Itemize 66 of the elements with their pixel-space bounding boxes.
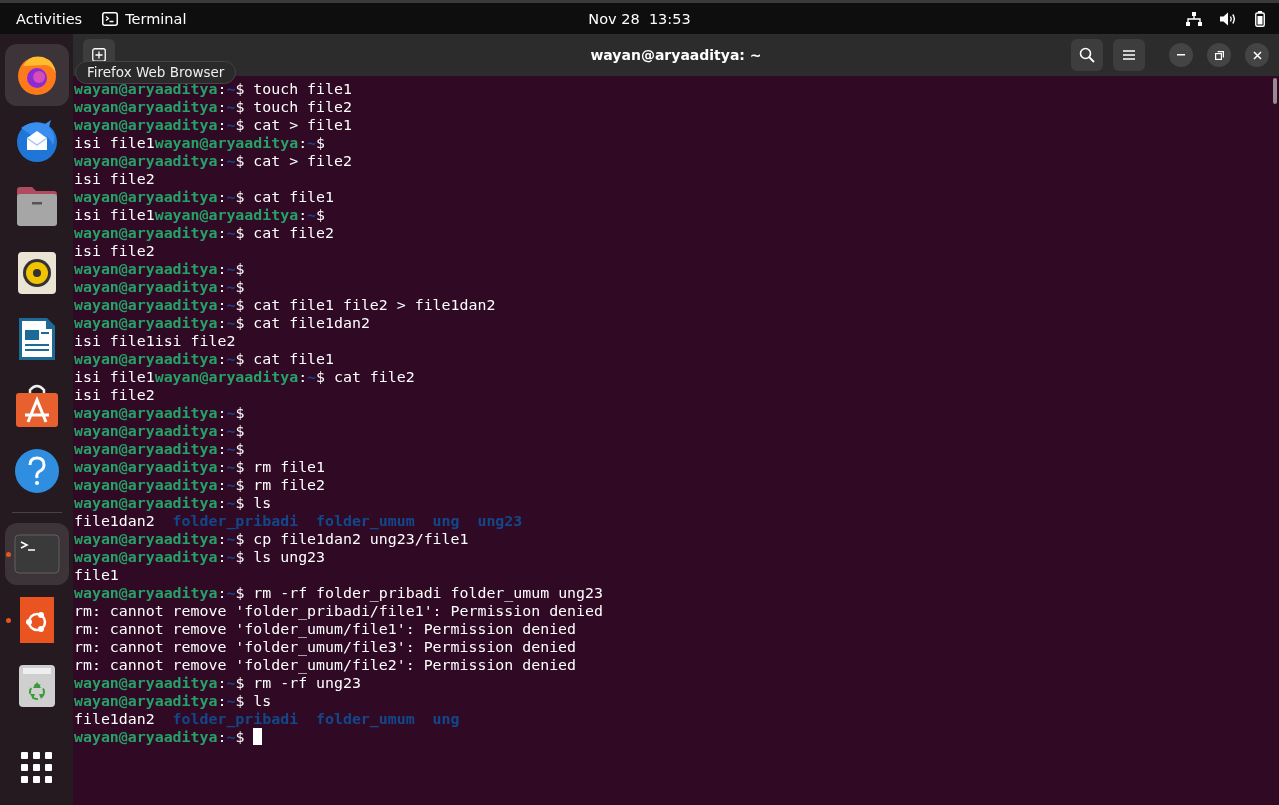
terminal-line: wayan@aryaaditya:~$ [74,404,245,422]
window-title: wayan@aryaaditya: ~ [590,47,762,63]
document-icon [16,316,57,362]
terminal-line: wayan@aryaaditya:~$ ls ung23 [74,548,326,566]
scrollbar[interactable] [1273,78,1277,104]
minimize-button[interactable] [1169,43,1193,67]
minimize-icon [1177,54,1185,56]
activities-button[interactable]: Activities [16,10,83,27]
terminal-line: wayan@aryaaditya:~$ touch file2 [74,98,352,116]
clock[interactable]: Nov 28 13:53 [588,10,691,27]
close-button[interactable] [1245,43,1269,67]
volume-icon[interactable] [1220,11,1237,26]
terminal-line: isi file1isi file2 [74,332,236,350]
terminal-line: wayan@aryaaditya:~$ cat file1dan2 [74,314,370,332]
app-grid-icon[interactable] [20,752,53,784]
terminal-line: isi file1wayan@aryaaditya:~$ cat file2 [74,368,415,386]
search-icon [1079,47,1095,63]
terminal-line: isi file2 [74,386,155,404]
terminal-line: file1dan2 folder_pribadi folder_umum ung ung23 [74,512,523,530]
terminal-line: wayan@aryaaditya:~$ cat file2 [74,224,334,242]
terminal-line: rm: cannot remove 'folder_umum/file2': Permission denied [74,656,577,674]
terminal-line: wayan@aryaaditya:~$ cat > file1 [74,116,352,134]
app-menu[interactable]: Terminal [102,10,187,27]
close-icon [1252,50,1262,60]
terminal-line: isi file1wayan@aryaaditya:~$ [74,134,326,152]
tooltip: Firefox Web Browser [75,61,237,84]
terminal-line: file1dan2 folder_pribadi folder_umum ung [74,710,460,728]
terminal-line: wayan@aryaaditya:~$ [74,440,245,458]
menu-icon [1123,50,1135,60]
terminal-line: wayan@aryaaditya:~$ [74,260,245,278]
restore-button[interactable] [1207,43,1231,67]
terminal-line: wayan@aryaaditya:~$ rm file1 [74,458,326,476]
terminal-line: isi file1wayan@aryaaditya:~$ [74,206,326,224]
terminal-line: rm: cannot remove 'folder_umum/file3': Permission denied [74,638,577,656]
terminal-line: wayan@aryaaditya:~$ cat file1 [74,188,334,206]
network-icon[interactable] [1186,11,1202,26]
terminal-line: wayan@aryaaditya:~$ rm -rf folder_pribadi folder_umum ung23 [74,584,603,602]
menu-button[interactable] [1113,39,1145,71]
terminal-line: wayan@aryaaditya:~$ cat file1 file2 > file1dan2 [74,296,496,314]
terminal-line: file1 [74,566,119,584]
terminal-icon [102,11,119,26]
add-tab-icon [92,48,106,62]
restore-icon [1214,50,1224,60]
terminal-line: wayan@aryaaditya:~$ cat > file2 [74,152,352,170]
terminal-line: wayan@aryaaditya:~$ [74,422,245,440]
terminal-line: wayan@aryaaditya:~$ ls [74,494,272,512]
terminal-line: wayan@aryaaditya:~$ cat file1 [74,350,334,368]
battery-icon[interactable] [1255,10,1265,27]
recycle-bin-icon [17,664,56,708]
terminal-line: wayan@aryaaditya:~$ ls [74,692,272,710]
terminal-line: wayan@aryaaditya:~$ cp file1dan2 ung23/file1 [74,530,469,548]
terminal-line: rm: cannot remove 'folder_pribadi/file1': Permission denied [74,602,603,620]
terminal-line: wayan@aryaaditya:~$ rm file2 [74,476,326,494]
ubuntu-icon [19,597,54,643]
terminal-line: isi file2 [74,242,155,260]
search-button[interactable] [1071,39,1103,71]
terminal-line: wayan@aryaaditya:~$ rm -rf ung23 [74,674,361,692]
terminal-line: wayan@aryaaditya:~$ [74,728,263,746]
speaker-icon [16,251,57,295]
terminal-line: wayan@aryaaditya:~$ [74,278,245,296]
terminal-icon [13,534,60,574]
firefox-launcher[interactable] [4,44,69,106]
terminal-line: isi file2 [74,170,155,188]
help-icon [13,448,60,494]
terminal-line: rm: cannot remove 'folder_umum/file1': Permission denied [74,620,577,638]
shopping-bag-icon [13,382,60,428]
